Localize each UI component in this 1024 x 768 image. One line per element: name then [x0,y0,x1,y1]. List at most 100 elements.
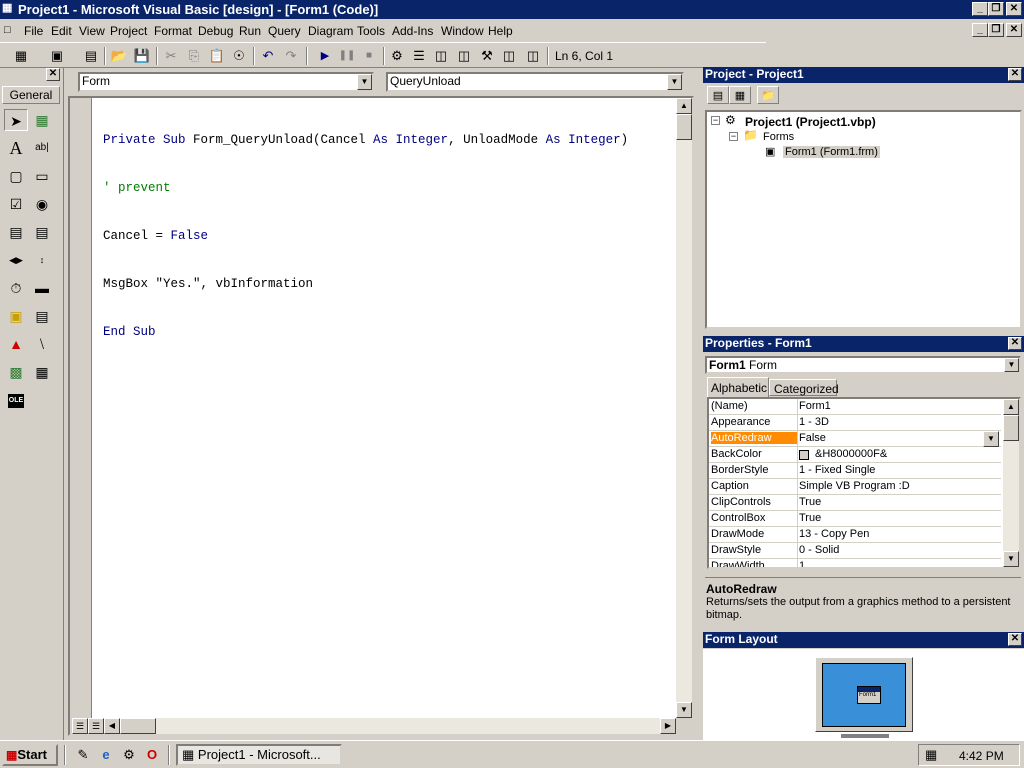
menu-diagram[interactable]: Diagram [308,24,353,38]
code-vertical-scrollbar[interactable]: ▲ ▼ [676,98,692,718]
view-object-icon[interactable]: ▦ [729,86,751,104]
property-scrollbar[interactable]: ▲ ▼ [1003,399,1019,567]
toolbox-icon[interactable]: ⚒ [478,47,496,65]
tab-alphabetic[interactable]: Alphabetic [707,377,769,397]
object-browser-icon[interactable]: ◫ [455,47,473,65]
scroll-thumb[interactable] [1003,415,1019,441]
scroll-down-icon[interactable]: ▼ [676,702,692,718]
property-row[interactable]: ▼ AutoRedraw False [709,431,1001,447]
property-row[interactable]: DrawStyle 0 - Solid [709,543,1001,559]
tab-categorized[interactable]: Categorized [769,379,839,396]
break-icon[interactable]: ❚❚ [338,47,356,65]
procedure-view-icon[interactable]: ☰ [72,718,88,734]
menu-run[interactable]: Run [239,24,261,38]
checkbox-icon[interactable]: ☑ [4,193,28,215]
full-module-view-icon[interactable]: ☰ [88,718,104,734]
property-value[interactable]: True [799,512,999,524]
property-value[interactable]: &H8000000F& [815,448,1015,460]
internet-explorer-icon[interactable]: e [97,746,115,764]
project-root[interactable]: Project1 (Project1.vbp) [745,115,876,129]
redo-icon[interactable]: ↷ [282,47,300,65]
visual-component-icon[interactable]: ◫ [524,47,542,65]
property-row[interactable]: ControlBox True [709,511,1001,527]
property-value[interactable]: 1 - 3D [799,416,999,428]
add-project-icon[interactable]: ▦ [12,47,30,65]
menu-debug[interactable]: Debug [198,24,233,38]
menu-view[interactable]: View [79,24,105,38]
view-code-icon[interactable]: ▤ [707,86,729,104]
taskbar-button-vb[interactable]: ▦ Project1 - Microsoft... [176,744,342,766]
property-value[interactable]: Simple VB Program :D [799,480,999,492]
data-icon[interactable]: ▦ [30,361,54,383]
label-icon[interactable]: A [4,137,28,159]
hscroll-thumb[interactable] [120,718,156,734]
tray-icon[interactable]: ▦ [925,747,937,763]
end-icon[interactable]: ■ [360,47,378,65]
code-editor[interactable]: Private Sub Form_QueryUnload(Cancel As I… [68,96,694,736]
dirlistbox-icon[interactable]: ▣ [4,305,28,327]
toolbox-tab-general[interactable]: General [2,86,60,104]
chevron-down-icon[interactable]: ▼ [1004,358,1019,372]
property-row[interactable]: DrawMode 13 - Copy Pen [709,527,1001,543]
add-form-icon[interactable]: ▣ [48,47,66,65]
combobox-icon[interactable]: ▤ [4,221,28,243]
menu-editor-icon[interactable]: ▤ [82,47,100,65]
shape-icon[interactable]: ▲ [4,333,28,355]
forms-folder[interactable]: Forms [763,131,794,143]
property-row[interactable]: ClipControls True [709,495,1001,511]
network-icon[interactable]: ⚙ [120,746,138,764]
listbox-icon[interactable]: ▤ [30,221,54,243]
form-layout-icon[interactable]: ◫ [432,47,450,65]
scroll-up-icon[interactable]: ▲ [1003,399,1019,415]
close-icon[interactable]: ✕ [1006,2,1022,16]
show-desktop-icon[interactable]: ✎ [74,746,92,764]
pointer-icon[interactable]: ➤ [4,109,28,131]
menu-addins[interactable]: Add-Ins [392,24,433,38]
property-row[interactable]: BackColor &H8000000F& [709,447,1001,463]
property-value[interactable]: 1 - Fixed Single [799,464,999,476]
child-close-icon[interactable]: ✕ [1006,23,1022,37]
property-row[interactable]: Appearance 1 - 3D [709,415,1001,431]
chevron-down-icon[interactable]: ▼ [667,74,682,90]
picturebox-icon[interactable]: ▦ [30,109,54,131]
chevron-down-icon[interactable]: ▼ [357,74,372,90]
timer-icon[interactable]: ⏱ [4,277,28,299]
image-icon[interactable]: ▩ [4,361,28,383]
property-value[interactable]: 13 - Copy Pen [799,528,999,540]
layout-close-icon[interactable]: ✕ [1008,633,1022,646]
form-preview[interactable]: Form1 [857,686,881,704]
start-button[interactable]: ▦Start [2,744,58,766]
child-minimize-icon[interactable]: _ [972,23,988,37]
menu-query[interactable]: Query [268,24,301,38]
collapse-icon[interactable]: − [729,132,738,141]
properties-window-icon[interactable]: ☰ [410,47,428,65]
restore-icon[interactable]: ❐ [988,2,1004,16]
scroll-up-icon[interactable]: ▲ [676,98,692,114]
project-close-icon[interactable]: ✕ [1008,68,1022,81]
clock[interactable]: 4:42 PM [959,749,1004,763]
menu-file[interactable]: File [24,24,43,38]
property-value[interactable]: 0 - Solid [799,544,999,556]
menu-tools[interactable]: Tools [357,24,385,38]
object-combo[interactable]: Form ▼ [78,72,374,92]
property-value[interactable]: True [799,496,999,508]
frame-icon[interactable]: ▢ [4,165,28,187]
menu-window[interactable]: Window [441,24,484,38]
textbox-icon[interactable]: ab| [30,137,54,159]
scroll-right-icon[interactable]: ▶ [660,718,676,734]
scroll-left-icon[interactable]: ◀ [104,718,120,734]
toggle-folders-icon[interactable]: 📁 [757,86,779,104]
property-row[interactable]: DrawWidth 1 [709,559,1001,567]
menu-format[interactable]: Format [154,24,192,38]
property-row[interactable]: BorderStyle 1 - Fixed Single [709,463,1001,479]
child-restore-icon[interactable]: ❐ [988,23,1004,37]
line-icon[interactable]: ⧵ [30,333,54,355]
start-icon[interactable]: ▶ [316,47,334,65]
drivelistbox-icon[interactable]: ▬ [30,277,54,299]
properties-close-icon[interactable]: ✕ [1008,337,1022,350]
property-value[interactable]: False [799,432,999,444]
hscrollbar-icon[interactable]: ◀▶ [4,249,28,271]
ole-icon[interactable]: OLE [8,394,24,408]
scroll-thumb[interactable] [676,114,692,140]
collapse-icon[interactable]: − [711,116,720,125]
